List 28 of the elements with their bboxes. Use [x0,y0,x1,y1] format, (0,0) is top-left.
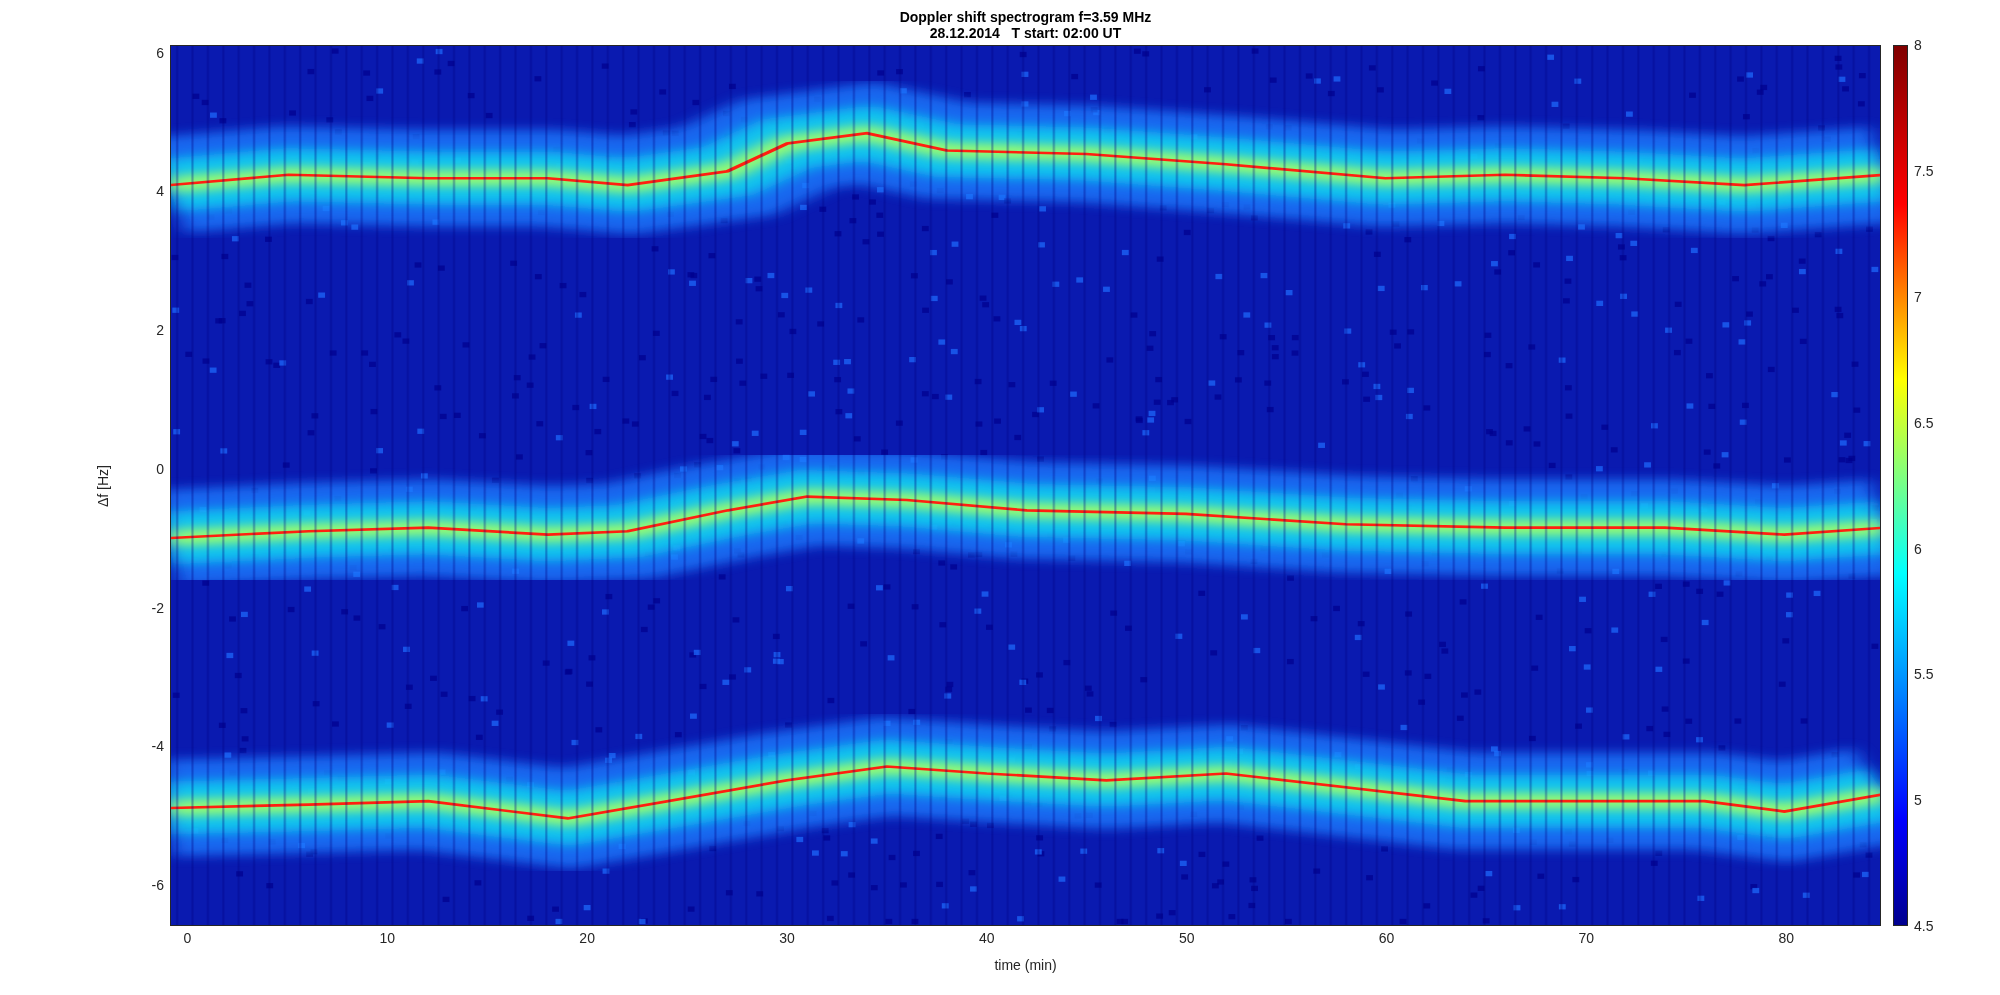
y-tick-label: -2 [151,599,164,616]
colorbar-tick-label: 6.5 [1914,414,1934,431]
y-tick-label: -6 [151,877,164,894]
y-tick-label: 6 [156,44,164,61]
colorbar-tick-label: 4.5 [1914,918,1934,935]
colorbar-tick-label: 7 [1914,288,1922,305]
chart-title: 28.12.2014 T start: 02:00 UT [929,25,1122,41]
colorbar-tick-label: 6 [1914,540,1922,557]
x-tick-label: 40 [979,930,995,946]
colorbar-tick-label: 7.5 [1914,162,1934,179]
y-tick-label: 2 [156,322,164,339]
x-tick-label: 20 [579,930,595,946]
chart-title: Doppler shift spectrogram f=3.59 MHz [899,9,1152,25]
y-tick-label: 0 [156,460,164,477]
y-axis-label: Δf [Hz] [95,464,111,507]
x-tick-label: 10 [379,930,396,946]
y-tick-label: -4 [151,738,164,755]
x-tick-label: 0 [183,930,192,946]
colorbar-tick-label: 5.5 [1914,666,1934,683]
x-axis-label: time (min) [994,957,1057,973]
x-tick-label: 30 [779,930,795,946]
colorbar-tick-label: 8 [1914,37,1922,53]
x-tick-label: 50 [1178,930,1195,946]
x-tick-label: 60 [1378,930,1395,946]
x-tick-label: 80 [1778,930,1794,946]
x-tick-label: 70 [1578,930,1595,946]
colorbar-tick-label: 5 [1914,792,1922,809]
y-tick-label: 4 [156,183,164,200]
